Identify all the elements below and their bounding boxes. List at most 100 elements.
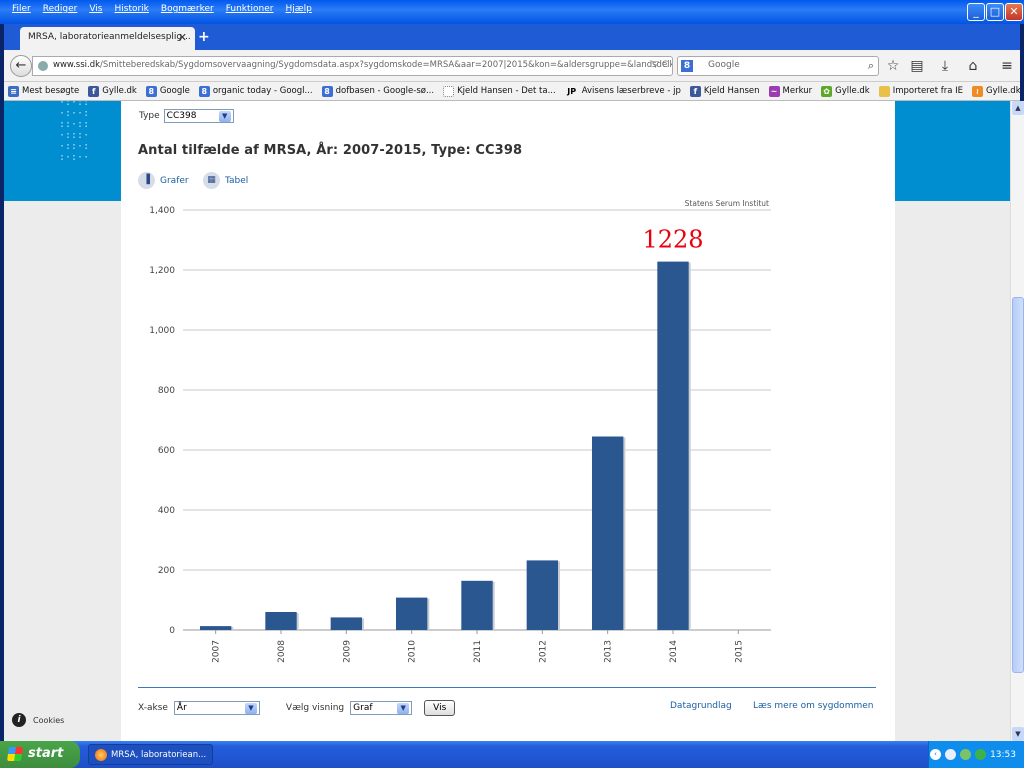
x-tick-label: 2015 (734, 640, 744, 663)
close-window-button[interactable]: ✕ (1005, 3, 1023, 21)
antivirus-icon[interactable] (975, 749, 987, 760)
network-icon[interactable] (945, 749, 957, 760)
view-select-value: Graf (353, 703, 373, 713)
bookmark-item[interactable]: Kjeld Hansen - Det ta... (443, 85, 556, 97)
y-tick-label: 1,200 (149, 266, 175, 276)
annotation-label: 1228 (642, 226, 703, 254)
tab-bar: MRSA, laboratorieanmeldelsesplig... ✕ + (4, 24, 1020, 50)
security-icon[interactable] (960, 749, 972, 760)
url-path: /Smitteberedskab/Sygdomsovervaagning/Syg… (100, 60, 673, 70)
facebook-icon: f (689, 85, 701, 97)
view-table-button[interactable]: ▦ Tabel (203, 172, 248, 189)
bookmark-item[interactable]: ~ Merkur (768, 85, 813, 97)
view-graph-label: Grafer (160, 175, 189, 186)
xaxis-select-value: År (176, 703, 187, 713)
bookmark-item[interactable]: ≀ Gylle.dk (972, 85, 1020, 97)
clipboard-icon[interactable]: ▤ (908, 57, 926, 75)
menu-historik[interactable]: Historik (108, 4, 154, 14)
bookmark-item[interactable]: f Kjeld Hansen (689, 85, 760, 97)
y-tick-label: 0 (169, 626, 175, 636)
bookmark-label: dofbasen - Google-sø... (335, 86, 435, 96)
bookmark-item[interactable]: Importeret fra IE (878, 85, 964, 97)
search-input[interactable]: 8 Google ⌕ (677, 56, 879, 76)
x-tick-label: 2014 (669, 640, 679, 663)
type-select-value: CC398 (166, 111, 197, 121)
chevron-down-icon: ▼ (218, 110, 231, 122)
x-tick-label: 2007 (212, 640, 222, 663)
view-select[interactable]: Graf ▼ (350, 701, 413, 715)
bookmark-item[interactable]: 8 Google (145, 85, 190, 97)
globe-icon (38, 61, 48, 71)
minimize-button[interactable]: _ (967, 3, 985, 21)
star-icon[interactable]: ☆ (884, 57, 902, 75)
menu-filer[interactable]: Filer (6, 4, 37, 14)
xaxis-label: X-akse (138, 703, 168, 713)
maximize-button[interactable]: □ (986, 3, 1004, 21)
info-icon: i (12, 713, 26, 727)
show-button[interactable]: Vis (424, 700, 456, 716)
back-arrow-icon[interactable]: ‹ (930, 749, 942, 760)
bookmark-label: Kjeld Hansen (703, 86, 760, 96)
bookmark-item[interactable]: f Gylle.dk (88, 85, 137, 97)
bookmark-label: Kjeld Hansen - Det ta... (457, 86, 556, 96)
bar (330, 617, 363, 630)
cookies-button[interactable]: i Cookies (12, 713, 64, 727)
start-button[interactable]: start (0, 741, 80, 768)
menu-hjaelp[interactable]: Hjælp (280, 4, 318, 14)
menu-vis[interactable]: Vis (83, 4, 108, 14)
browser-tab[interactable]: MRSA, laboratorieanmeldelsesplig... ✕ (20, 27, 195, 50)
google-icon: 8 (321, 85, 333, 97)
x-tick-label: 2012 (538, 640, 548, 663)
bar (591, 436, 624, 630)
web-page: ·:·:: ·:··: ::·:: ·:::· ·::·: :·:·· Type… (4, 101, 1010, 741)
scroll-thumb[interactable] (1012, 297, 1024, 673)
bookmark-item[interactable]: ✿ Gylle.dk (821, 85, 870, 97)
search-placeholder: Google (708, 60, 740, 70)
home-icon[interactable]: ⌂ (964, 57, 982, 75)
bookmark-label: Avisens læserbreve - jp (581, 86, 681, 96)
y-tick-label: 800 (158, 386, 175, 396)
bar (199, 626, 232, 630)
bookmark-item[interactable]: 8 organic today - Googl... (198, 85, 313, 97)
bar (461, 580, 493, 630)
rss-icon: ≀ (972, 85, 984, 97)
y-tick-label: 200 (158, 566, 175, 576)
bookmark-item[interactable]: ≡ Mest besøgte (8, 85, 79, 97)
clover-icon: ✿ (821, 85, 833, 97)
clock: 13:53 (990, 749, 1016, 760)
vertical-scrollbar[interactable]: ▲ ▼ (1010, 101, 1024, 741)
bookmark-label: Google (159, 86, 190, 96)
chevron-down-icon: ▼ (244, 702, 257, 714)
scroll-down-icon[interactable]: ▼ (1012, 727, 1024, 741)
y-tick-label: 400 (158, 506, 175, 516)
new-tab-icon[interactable]: + (198, 29, 210, 45)
taskbar-item-browser[interactable]: MRSA, laboratoriean... (88, 744, 213, 765)
view-graph-button[interactable]: ▐ Grafer (138, 172, 189, 189)
tab-close-icon[interactable]: ✕ (178, 31, 187, 44)
search-icon[interactable]: ⌕ (868, 59, 874, 73)
bookmark-label: Merkur (782, 86, 813, 96)
data-basis-link[interactable]: Datagrundlag (670, 701, 732, 711)
xaxis-select[interactable]: År ▼ (173, 701, 260, 715)
reload-icon[interactable]: ▽ C (652, 60, 668, 70)
back-icon[interactable]: ← (10, 55, 32, 77)
type-select[interactable]: CC398 ▼ (163, 109, 234, 123)
y-tick-label: 600 (158, 446, 175, 456)
menu-icon[interactable]: ≡ (998, 57, 1016, 75)
menu-bar: Filer Rediger Vis Historik Bogmærker Fun… (6, 4, 318, 14)
url-input[interactable]: www.ssi.dk/Smitteberedskab/Sygdomsoverva… (32, 56, 673, 76)
x-tick-label: 2010 (408, 640, 418, 663)
menu-rediger[interactable]: Rediger (37, 4, 84, 14)
scroll-up-icon[interactable]: ▲ (1012, 101, 1024, 115)
url-domain: www.ssi.dk (53, 60, 101, 70)
download-icon[interactable]: ⤓ (936, 57, 954, 75)
read-more-link[interactable]: Læs mere om sygdommen (753, 701, 873, 711)
bookmark-item[interactable]: 8 dofbasen - Google-sø... (321, 85, 435, 97)
bookmark-item[interactable]: JP Avisens læserbreve - jp (564, 85, 681, 97)
chevron-down-icon: ▼ (397, 702, 410, 714)
menu-bogmaerker[interactable]: Bogmærker (155, 4, 220, 14)
google-engine-icon[interactable]: 8 (681, 60, 693, 72)
bookmark-label: Importeret fra IE (892, 86, 964, 96)
menu-funktioner[interactable]: Funktioner (220, 4, 280, 14)
bar (657, 261, 689, 630)
